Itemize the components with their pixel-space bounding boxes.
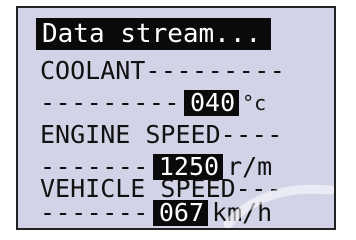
vehicle-speed-value-dashes: ------- (40, 198, 149, 227)
coolant-value: 040 (183, 90, 240, 116)
lcd-screen: Data stream... COOLANT --------- --------… (16, 6, 336, 230)
coolant-value-row: --------- 040 °c (40, 88, 266, 118)
coolant-label-row: COOLANT --------- (40, 56, 285, 86)
vehicle-speed-value: 067 (152, 200, 209, 226)
engine-speed-label: ENGINE SPEED (40, 120, 221, 149)
engine-speed-label-row: ENGINE SPEED ---- (40, 120, 283, 150)
vehicle-speed-value-row: ------- 067 km/h (40, 198, 272, 228)
vehicle-speed-unit: km/h (212, 198, 273, 227)
coolant-label: COOLANT (40, 56, 146, 85)
coolant-label-dashes: --------- (145, 56, 286, 85)
screen-title: Data stream... (36, 18, 272, 50)
coolant-value-dashes: --------- (40, 88, 180, 117)
coolant-unit: °c (242, 91, 267, 115)
engine-speed-label-dashes: ---- (220, 120, 283, 149)
